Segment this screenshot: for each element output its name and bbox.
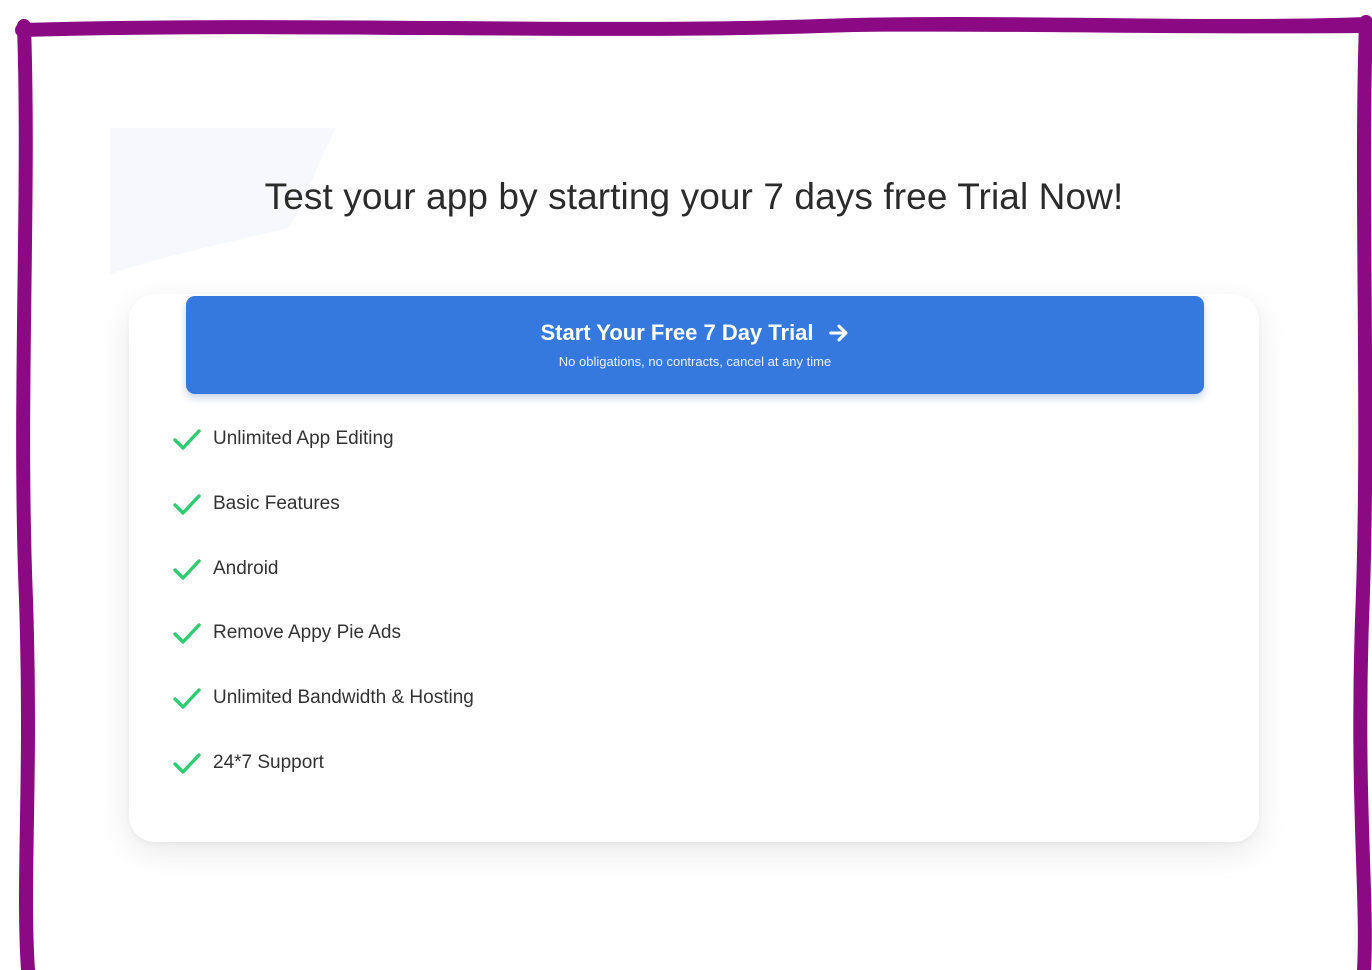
- feature-label: Unlimited App Editing: [213, 428, 394, 449]
- feature-label: 24*7 Support: [213, 751, 324, 773]
- feature-label: Unlimited Bandwidth & Hosting: [213, 687, 474, 709]
- feature-item: Basic Features: [173, 489, 474, 519]
- feature-item: 24*7 Support: [173, 748, 474, 778]
- feature-label: Android: [213, 557, 279, 579]
- feature-list: Unlimited App Editing Basic Features And…: [173, 424, 474, 813]
- feature-label: Basic Features: [213, 492, 340, 514]
- page-headline: Test your app by starting your 7 days fr…: [264, 176, 1124, 217]
- check-icon: [173, 494, 201, 515]
- start-trial-button-title-row: Start Your Free 7 Day Trial: [186, 320, 1204, 346]
- check-icon: [173, 688, 201, 709]
- feature-item: Unlimited App Editing: [173, 424, 474, 454]
- feature-item: Android: [173, 554, 474, 584]
- check-icon: [173, 558, 201, 580]
- check-icon: [173, 429, 201, 450]
- feature-label: Remove Appy Pie Ads: [213, 622, 401, 644]
- trial-page: Test your app by starting your 7 days fr…: [26, 24, 1362, 970]
- trial-card: Start Your Free 7 Day Trial No obligatio…: [129, 294, 1259, 842]
- check-icon: [173, 753, 201, 774]
- start-trial-button[interactable]: Start Your Free 7 Day Trial No obligatio…: [186, 296, 1204, 394]
- start-trial-button-label: Start Your Free 7 Day Trial: [540, 320, 814, 345]
- check-icon: [173, 623, 201, 645]
- arrow-right-icon: [828, 324, 847, 342]
- start-trial-button-subtitle: No obligations, no contracts, cancel at …: [558, 354, 832, 369]
- feature-item: Unlimited Bandwidth & Hosting: [173, 683, 474, 713]
- feature-item: Remove Appy Pie Ads: [173, 618, 474, 648]
